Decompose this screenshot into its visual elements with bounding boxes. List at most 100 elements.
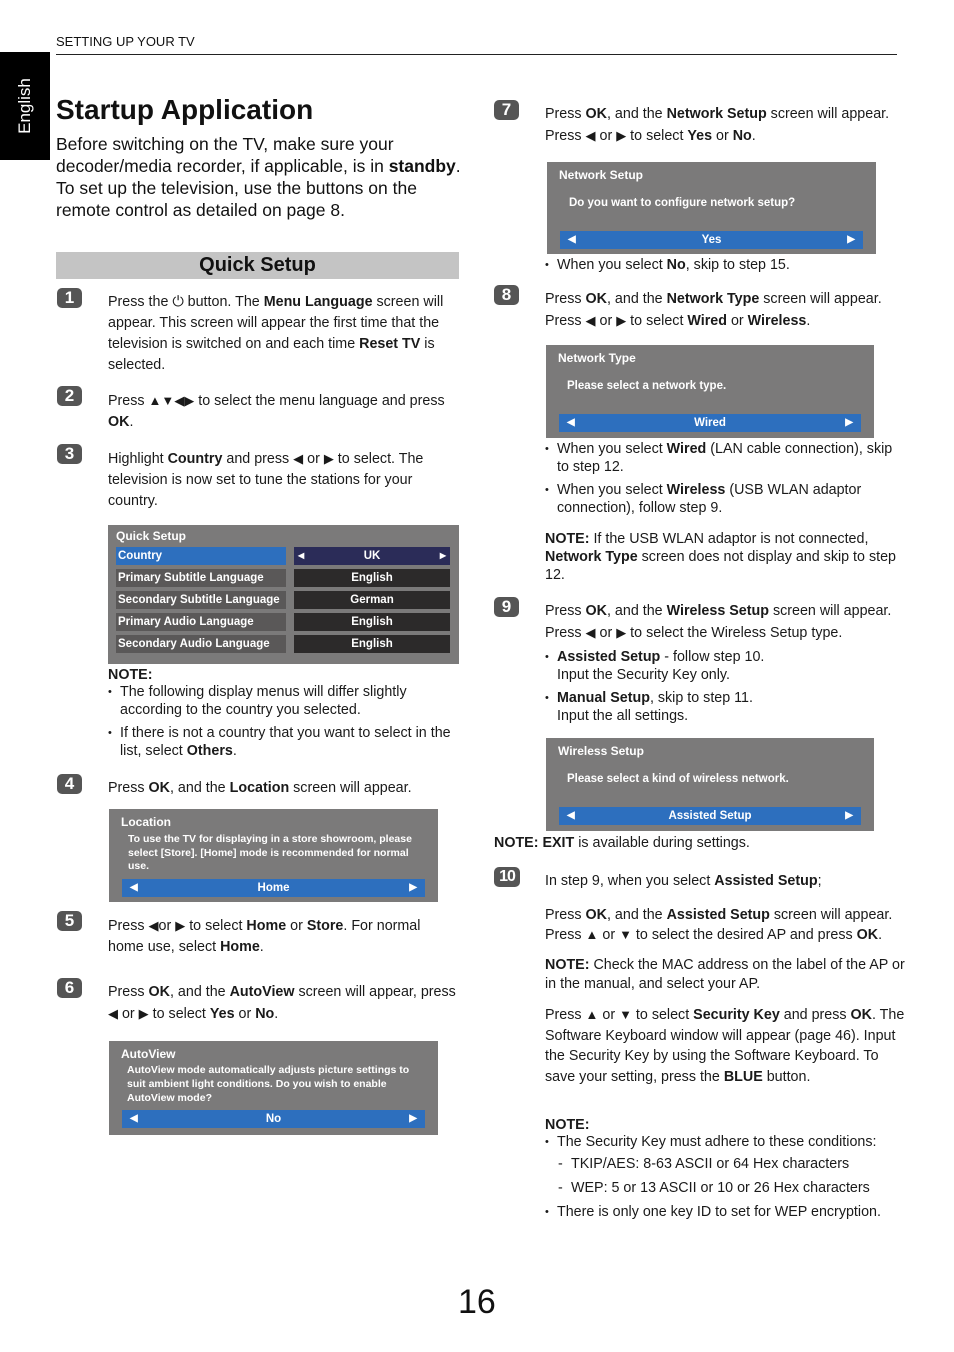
step-1-text: Press the ⏻ button. The Menu Language sc… — [108, 294, 444, 373]
intro-paragraph: Before switching on the TV, make sure yo… — [56, 133, 461, 221]
network-type-screen: Network Type Please select a network typ… — [546, 345, 874, 438]
step-10-mac-note: NOTE: Check the MAC address on the label… — [545, 957, 905, 992]
left-arrow-icon: ◀ — [293, 451, 304, 466]
arrow-keys-icon: ▲▼◀▶ — [148, 393, 195, 408]
screen-message: Please select a kind of wireless network… — [567, 773, 789, 785]
condition-item: TKIP/AES: 8-63 ASCII or 64 Hex character… — [545, 1155, 905, 1173]
location-selector[interactable]: ◀ Home ▶ — [122, 879, 425, 897]
left-arrow-icon[interactable]: ◀ — [567, 414, 575, 432]
setting-value: English — [294, 613, 450, 631]
left-arrow-icon[interactable]: ◀ — [298, 547, 304, 565]
note-heading: NOTE: — [545, 1117, 590, 1133]
wireless-setup-screen: Wireless Setup Please select a kind of w… — [546, 738, 874, 831]
right-arrow-icon: ▶ — [323, 451, 334, 466]
right-arrow-icon[interactable]: ▶ — [845, 414, 853, 432]
note-bullet: When you select Wired (LAN cable connect… — [545, 440, 900, 476]
autoview-selector[interactable]: ◀ No ▶ — [122, 1110, 425, 1128]
exit-note: NOTE: EXIT is available during settings. — [494, 835, 750, 851]
note-bullet: There is only one key ID to set for WEP … — [545, 1203, 905, 1221]
wireless-setup-selector[interactable]: ◀ Assisted Setup ▶ — [559, 807, 861, 825]
left-arrow-icon[interactable]: ◀ — [567, 807, 575, 825]
country-note: NOTE: The following display menus will d… — [108, 667, 460, 765]
step-6-text: Press OK, and the AutoView screen will a… — [108, 984, 456, 1022]
step-10-paragraph-3: Press ▲ or ▼ to select Security Key and … — [545, 1007, 905, 1085]
step-9-bullets: Assisted Setup - follow step 10.Input th… — [545, 648, 900, 730]
step-1-badge: 1 — [57, 288, 82, 308]
left-arrow-icon[interactable]: ◀ — [130, 879, 138, 897]
note-bullet: When you select Wireless (USB WLAN adapt… — [545, 481, 900, 517]
setting-label: Secondary Subtitle Language — [116, 591, 286, 609]
screen-message: Do you want to configure network setup? — [569, 197, 796, 209]
step-2-text: Press ▲▼◀▶ to select the menu language a… — [108, 393, 445, 430]
step-7-badge: 7 — [494, 100, 519, 120]
right-arrow-icon[interactable]: ▶ — [440, 547, 446, 565]
screen-title: Quick Setup — [116, 529, 187, 543]
step-4-badge: 4 — [57, 774, 82, 794]
screen-title: Location — [121, 815, 171, 829]
screen-title: AutoView — [121, 1047, 176, 1061]
step-5-text: Press ◀or ▶ to select Home or Store. For… — [108, 918, 421, 955]
step-4-text: Press OK, and the Location screen will a… — [108, 780, 412, 796]
step-10-badge: 10 — [494, 867, 520, 887]
selected-value: Yes — [701, 234, 722, 246]
note-heading: NOTE: — [108, 667, 153, 683]
screen-message: To use the TV for displaying in a store … — [128, 833, 412, 872]
condition-item: WEP: 5 or 13 ASCII or 10 or 26 Hex chara… — [545, 1179, 905, 1197]
step-8-bullets: When you select Wired (LAN cable connect… — [545, 440, 900, 522]
setting-row-primary-subtitle[interactable]: Primary Subtitle Language English — [116, 569, 450, 587]
setting-row-primary-audio[interactable]: Primary Audio Language English — [116, 613, 450, 631]
left-arrow-icon: ◀ — [585, 625, 596, 640]
left-arrow-icon: ◀ — [585, 128, 596, 143]
section-header: SETTING UP YOUR TV — [56, 34, 195, 49]
intro-bold: standby — [388, 156, 456, 176]
quick-setup-heading: Quick Setup — [56, 252, 459, 279]
right-arrow-icon[interactable]: ▶ — [847, 231, 855, 249]
step-7-bullets: When you select No, skip to step 15. — [545, 256, 905, 279]
setting-value: UK — [363, 550, 381, 562]
setting-label: Primary Subtitle Language — [116, 569, 286, 587]
right-arrow-icon[interactable]: ▶ — [409, 879, 417, 897]
note-bullet: The Security Key must adhere to these co… — [545, 1133, 905, 1151]
left-arrow-icon: ◀ — [108, 1006, 118, 1021]
left-arrow-icon[interactable]: ◀ — [568, 231, 576, 249]
step-6-badge: 6 — [57, 978, 82, 998]
network-setup-screen: Network Setup Do you want to configure n… — [547, 162, 876, 254]
step-3-text: Highlight Country and press ◀ or ▶ to se… — [108, 451, 424, 509]
left-arrow-icon: ◀ — [148, 918, 159, 933]
autoview-screen: AutoView AutoView mode automatically adj… — [109, 1041, 438, 1135]
step-10-paragraph-1: Press OK, and the Assisted Setup screen … — [545, 907, 893, 943]
header-divider — [56, 54, 897, 55]
right-arrow-icon: ▶ — [616, 625, 627, 640]
setting-row-secondary-subtitle[interactable]: Secondary Subtitle Language German — [116, 591, 450, 609]
step-7-text: Press OK, and the Network Setup screen w… — [545, 106, 890, 144]
selected-value: Assisted Setup — [668, 810, 752, 822]
step-8-note: NOTE: If the USB WLAN adaptor is not con… — [545, 531, 896, 583]
setting-label: Country — [116, 547, 286, 565]
right-arrow-icon: ▶ — [138, 1006, 149, 1021]
setting-value: German — [294, 591, 450, 609]
network-type-selector[interactable]: ◀ Wired ▶ — [559, 414, 861, 432]
left-arrow-icon[interactable]: ◀ — [130, 1110, 138, 1128]
setting-value: English — [294, 569, 450, 587]
language-tab-label: English — [15, 78, 34, 134]
step-10-text: In step 9, when you select Assisted Setu… — [545, 873, 822, 889]
down-arrow-icon: ▼ — [619, 927, 632, 942]
screen-title: Wireless Setup — [558, 744, 644, 758]
network-setup-selector[interactable]: ◀ Yes ▶ — [560, 231, 863, 249]
screen-message: Please select a network type. — [567, 380, 727, 392]
step-9-text: Press OK, and the Wireless Setup screen … — [545, 603, 892, 641]
setting-row-country[interactable]: Country ◀ UK ▶ — [116, 547, 450, 565]
screen-title: Network Setup — [559, 168, 644, 182]
selected-value: No — [265, 1113, 282, 1125]
up-arrow-icon: ▲ — [585, 1007, 599, 1022]
note-bullet: When you select No, skip to step 15. — [545, 256, 905, 274]
quick-setup-screen: Quick Setup Country ◀ UK ▶ Primary Subtitl… — [108, 525, 459, 664]
right-arrow-icon: ▶ — [616, 128, 627, 143]
setting-label: Primary Audio Language — [116, 613, 286, 631]
step-5-badge: 5 — [57, 911, 82, 931]
right-arrow-icon[interactable]: ▶ — [845, 807, 853, 825]
screen-message: AutoView mode automatically adjusts pict… — [127, 1064, 410, 1104]
step-8-text: Press OK, and the Network Type screen wi… — [545, 291, 882, 329]
right-arrow-icon[interactable]: ▶ — [409, 1110, 417, 1128]
setting-row-secondary-audio[interactable]: Secondary Audio Language English — [116, 635, 450, 653]
